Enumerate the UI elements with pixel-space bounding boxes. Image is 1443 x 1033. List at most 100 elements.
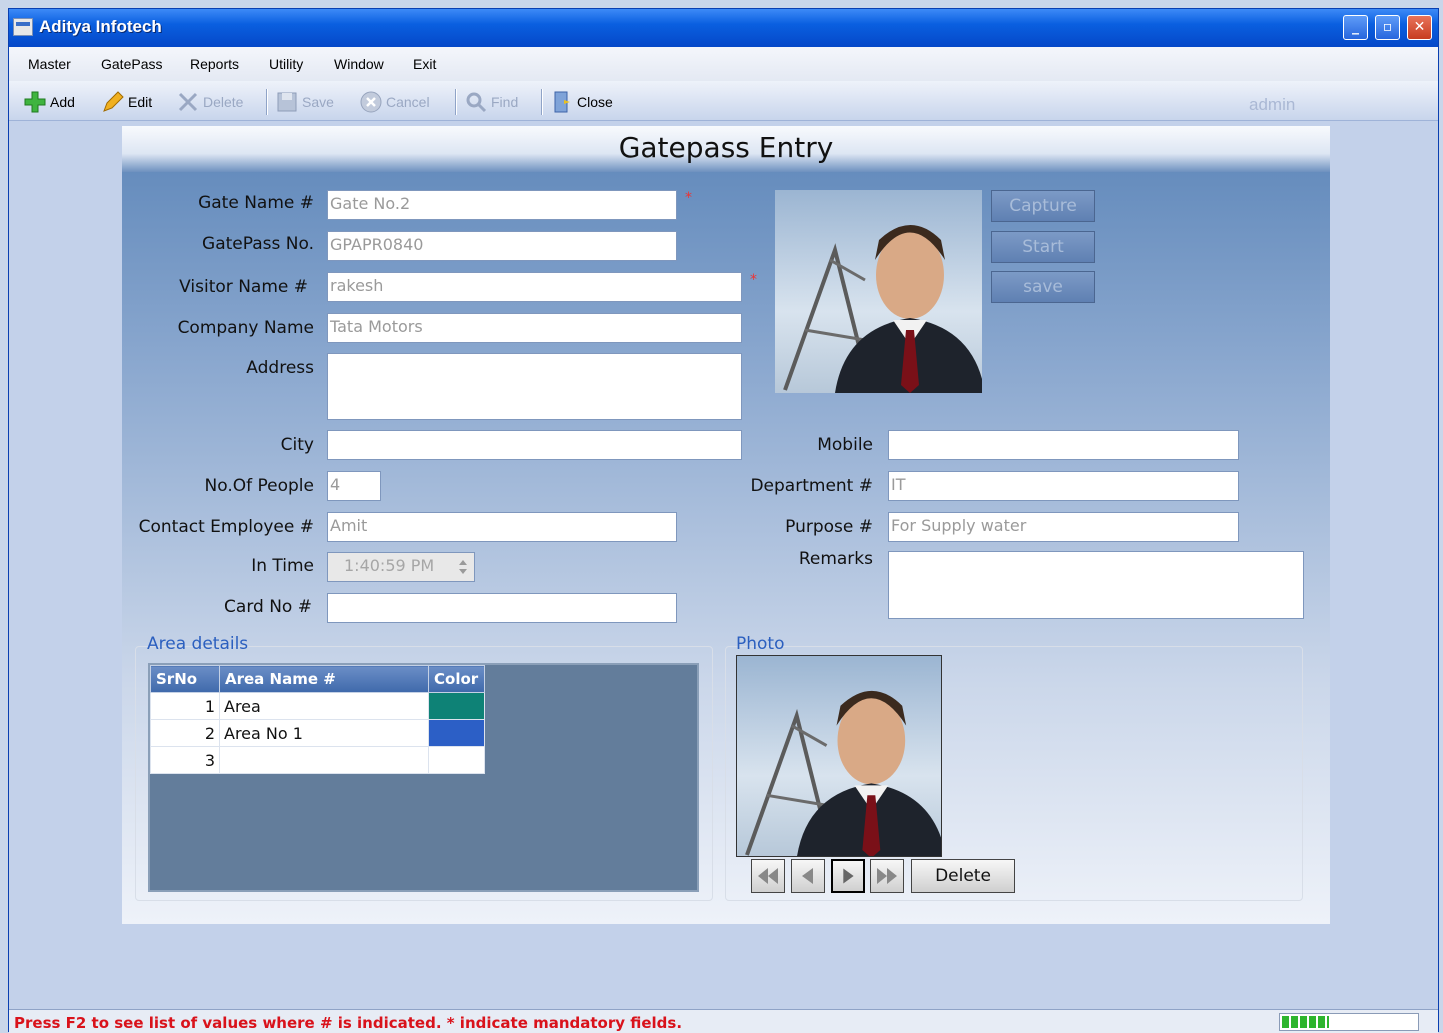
add-button[interactable]: Add — [23, 89, 75, 115]
visitor-name-label: Visitor Name # — [179, 277, 308, 297]
area-details-grid: SrNo Area Name # Color 1 Area 2 Area No 13 — [148, 663, 699, 892]
add-icon — [24, 91, 46, 113]
cell-color[interactable] — [428, 719, 485, 747]
mobile-field[interactable] — [888, 430, 1239, 460]
edit-button[interactable]: Edit — [101, 89, 152, 115]
magnifier-icon — [466, 92, 487, 113]
cancel-icon — [360, 91, 382, 113]
mandatory-star: * — [750, 272, 757, 288]
area-details-title: Area details — [147, 634, 249, 654]
table-row[interactable]: 2 Area No 1 — [150, 719, 485, 747]
next-photo-button[interactable] — [831, 859, 865, 893]
gate-name-label: Gate Name # — [198, 193, 314, 213]
start-button[interactable]: Start — [991, 231, 1095, 263]
department-label: Department # — [750, 476, 873, 496]
contact-employee-field[interactable]: Amit — [327, 512, 677, 542]
cancel-toolbar-button[interactable]: Cancel — [359, 89, 430, 115]
save-photo-button[interactable]: save — [991, 271, 1095, 303]
progress-fill — [1282, 1016, 1329, 1028]
edit-label: Edit — [128, 94, 153, 110]
capture-button[interactable]: Capture — [991, 190, 1095, 222]
address-field[interactable] — [327, 353, 742, 420]
floppy-icon — [277, 92, 297, 112]
table-row[interactable]: 1 Area — [150, 692, 485, 720]
last-photo-button[interactable] — [870, 859, 904, 893]
gate-name-field[interactable]: Gate No.2 — [327, 190, 677, 220]
maximize-button[interactable]: ▫ — [1375, 15, 1400, 40]
previous-photo-button[interactable] — [791, 859, 825, 893]
visitor-name-field[interactable]: rakesh — [327, 272, 742, 302]
form-header: Gatepass Entry — [122, 126, 1330, 172]
no-of-people-label: No.Of People — [204, 476, 314, 496]
save-toolbar-button[interactable]: Save — [275, 89, 334, 115]
minimize-button[interactable]: _ — [1343, 15, 1368, 40]
area-table: SrNo Area Name # Color 1 Area 2 Area No 13 — [150, 665, 485, 774]
column-header-color[interactable]: Color — [428, 665, 485, 693]
toolbar-separator — [541, 89, 543, 115]
gatepass-no-field[interactable]: GPAPR0840 — [327, 231, 677, 261]
window-title: Aditya Infotech — [39, 17, 162, 36]
toolbar: Add Edit Delete Save Cancel Find Close a… — [9, 81, 1438, 121]
table-row[interactable]: 3 — [150, 746, 485, 774]
menu-gatepass[interactable]: GatePass — [101, 56, 162, 72]
first-icon — [758, 868, 778, 884]
cell-srno[interactable]: 3 — [150, 746, 220, 774]
company-name-field[interactable]: Tata Motors — [327, 313, 742, 343]
cell-color[interactable] — [428, 692, 485, 720]
find-label: Find — [491, 94, 519, 110]
menu-window[interactable]: Window — [334, 56, 384, 72]
first-photo-button[interactable] — [751, 859, 785, 893]
card-no-field[interactable] — [327, 593, 677, 623]
column-header-area-name[interactable]: Area Name # — [219, 665, 429, 693]
cell-area-name[interactable]: Area — [219, 692, 429, 720]
delete-toolbar-button[interactable]: Delete — [176, 89, 243, 115]
application-window: Aditya Infotech _ ▫ ✕ Master GatePass Re… — [8, 8, 1439, 1033]
delete-label: Delete — [203, 94, 244, 110]
contact-employee-label: Contact Employee # — [138, 517, 314, 537]
close-window-button[interactable]: ✕ — [1407, 15, 1432, 40]
purpose-label: Purpose # — [785, 517, 873, 537]
find-toolbar-button[interactable]: Find — [464, 89, 518, 115]
table-header-row: SrNo Area Name # Color — [150, 665, 485, 693]
spinner-updown-icon[interactable] — [458, 558, 468, 576]
previous-icon — [802, 868, 813, 884]
close-label: Close — [577, 94, 613, 110]
remarks-label: Remarks — [798, 549, 873, 569]
photo-group-title: Photo — [736, 634, 785, 654]
app-icon — [13, 18, 33, 36]
current-user: admin — [1249, 95, 1296, 114]
status-bar: Press F2 to see list of values where # i… — [9, 1009, 1438, 1033]
next-icon — [843, 868, 854, 884]
cell-area-name[interactable]: Area No 1 — [219, 719, 429, 747]
door-exit-icon — [554, 91, 570, 113]
page-title: Gatepass Entry — [618, 131, 834, 164]
menu-utility[interactable]: Utility — [269, 56, 303, 72]
cell-srno[interactable]: 1 — [150, 692, 220, 720]
cell-color[interactable] — [428, 746, 485, 774]
last-icon — [877, 868, 897, 884]
department-field[interactable]: IT — [888, 471, 1239, 501]
column-header-srno[interactable]: SrNo — [150, 665, 220, 693]
purpose-field[interactable]: For Supply water — [888, 512, 1239, 542]
status-message: Press F2 to see list of values where # i… — [14, 1014, 683, 1032]
company-name-label: Company Name — [177, 318, 314, 338]
person-photo-icon — [745, 690, 941, 856]
menu-exit[interactable]: Exit — [413, 56, 436, 72]
city-label: City — [280, 435, 314, 455]
cell-srno[interactable]: 2 — [150, 719, 220, 747]
city-field[interactable] — [327, 430, 742, 460]
progress-bar — [1279, 1013, 1419, 1031]
remarks-field[interactable] — [888, 551, 1304, 619]
delete-photo-button[interactable]: Delete — [911, 859, 1015, 893]
cell-area-name[interactable] — [219, 746, 429, 774]
scissors-icon — [178, 92, 198, 112]
title-bar: Aditya Infotech _ ▫ ✕ — [9, 9, 1438, 47]
close-toolbar-button[interactable]: Close — [550, 89, 613, 115]
in-time-field[interactable]: 1:40:59 PM — [327, 552, 475, 582]
menu-master[interactable]: Master — [28, 56, 71, 72]
mandatory-star: * — [685, 190, 692, 206]
menu-reports[interactable]: Reports — [190, 56, 239, 72]
no-of-people-field[interactable]: 4 — [327, 471, 381, 501]
toolbar-separator — [455, 89, 457, 115]
cancel-label: Cancel — [386, 94, 430, 110]
